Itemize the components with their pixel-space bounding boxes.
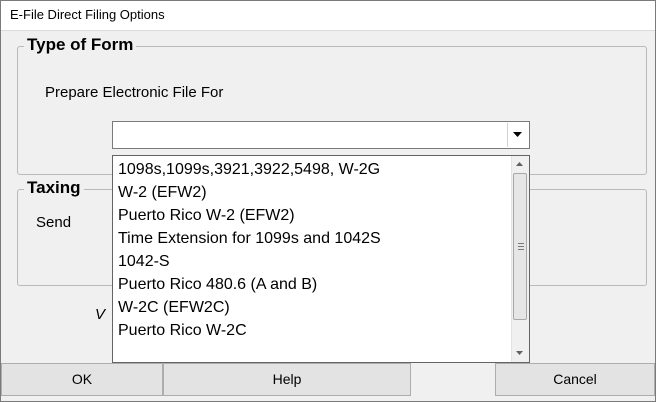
dropdown-scrollbar[interactable] xyxy=(511,156,529,362)
list-item[interactable]: W-2C (EFW2C) xyxy=(113,296,511,319)
cancel-button[interactable]: Cancel xyxy=(495,363,655,396)
form-type-combobox[interactable] xyxy=(112,121,530,149)
title-bar: E-File Direct Filing Options xyxy=(1,1,655,31)
grip-line xyxy=(518,243,524,244)
list-item[interactable]: Puerto Rico 480.6 (A and B) xyxy=(113,273,511,296)
grip-line xyxy=(518,246,524,247)
combo-dropdown-button[interactable] xyxy=(507,123,528,147)
list-item[interactable]: Time Extension for 1099s and 1042S xyxy=(113,227,511,250)
type-of-form-legend: Type of Form xyxy=(24,35,137,55)
scroll-down-button[interactable] xyxy=(512,345,529,362)
scroll-up-button[interactable] xyxy=(512,156,529,173)
list-item[interactable]: Puerto Rico W-2 (EFW2) xyxy=(113,204,511,227)
send-label: Send xyxy=(36,214,72,231)
help-button[interactable]: Help xyxy=(163,363,411,396)
dropdown-items: 1098s,1099s,3921,3922,5498, W-2G W-2 (EF… xyxy=(113,158,511,342)
taxing-legend: Taxing xyxy=(24,178,84,198)
window-title: E-File Direct Filing Options xyxy=(10,7,165,22)
grip-line xyxy=(518,249,524,250)
scrollbar-thumb[interactable] xyxy=(513,173,527,320)
list-item[interactable]: 1042-S xyxy=(113,250,511,273)
list-item[interactable]: Puerto Rico W-2C xyxy=(113,319,511,342)
form-type-dropdown-list[interactable]: 1098s,1099s,3921,3922,5498, W-2G W-2 (EF… xyxy=(112,155,530,363)
prepare-file-label: Prepare Electronic File For xyxy=(45,84,224,101)
list-item[interactable]: 1098s,1099s,3921,3922,5498, W-2G xyxy=(113,158,511,181)
dialog-window: E-File Direct Filing Options Type of For… xyxy=(0,0,656,402)
ok-button[interactable]: OK xyxy=(1,363,163,396)
hidden-label-fragment: V xyxy=(95,306,106,323)
list-item[interactable]: W-2 (EFW2) xyxy=(113,181,511,204)
